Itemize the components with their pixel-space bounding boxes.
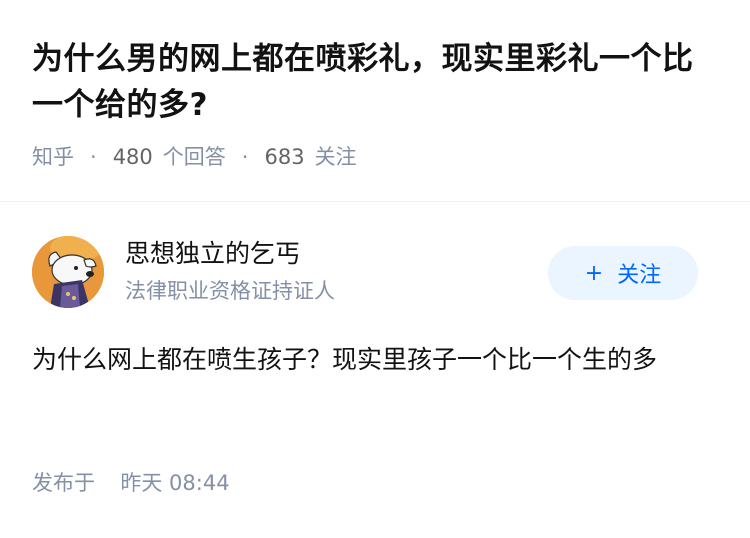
dog-avatar-icon <box>32 236 104 308</box>
question-title[interactable]: 为什么男的网上都在喷彩礼，现实里彩礼一个比一个给的多? <box>32 36 722 128</box>
section-divider <box>0 201 750 202</box>
answer-content[interactable]: 为什么网上都在喷生孩子？现实里孩子一个比一个生的多 <box>32 338 712 382</box>
author-badge: 法律职业资格证持证人 <box>125 279 335 303</box>
plus-icon: + <box>584 260 604 286</box>
answer-count-label[interactable]: 个回答 <box>163 142 226 172</box>
meta-separator: · <box>241 145 249 169</box>
follow-count-label: 关注 <box>314 145 357 169</box>
source-label[interactable]: 知乎 <box>32 142 74 172</box>
answer-count: 480 <box>112 145 153 169</box>
question-header: 为什么男的网上都在喷彩礼，现实里彩礼一个比一个给的多? 知乎 · 480 个回答… <box>32 36 722 172</box>
avatar[interactable] <box>32 236 104 308</box>
follow-button-label: 关注 <box>617 263 662 288</box>
question-meta: 知乎 · 480 个回答 · 683 关注 <box>32 142 722 172</box>
follow-button[interactable]: + 关注 <box>548 246 698 300</box>
meta-separator: · <box>90 145 97 169</box>
follow-count: 683 <box>264 145 305 169</box>
answer-meta: 发布于 昨天 08:44 <box>32 468 230 498</box>
author-card: 思想独立的乞丐 法律职业资格证持证人 + 关注 <box>32 236 718 308</box>
published-label: 发布于 <box>32 471 95 495</box>
author-name[interactable]: 思想独立的乞丐 <box>125 236 300 272</box>
published-time: 昨天 08:44 <box>120 471 230 495</box>
